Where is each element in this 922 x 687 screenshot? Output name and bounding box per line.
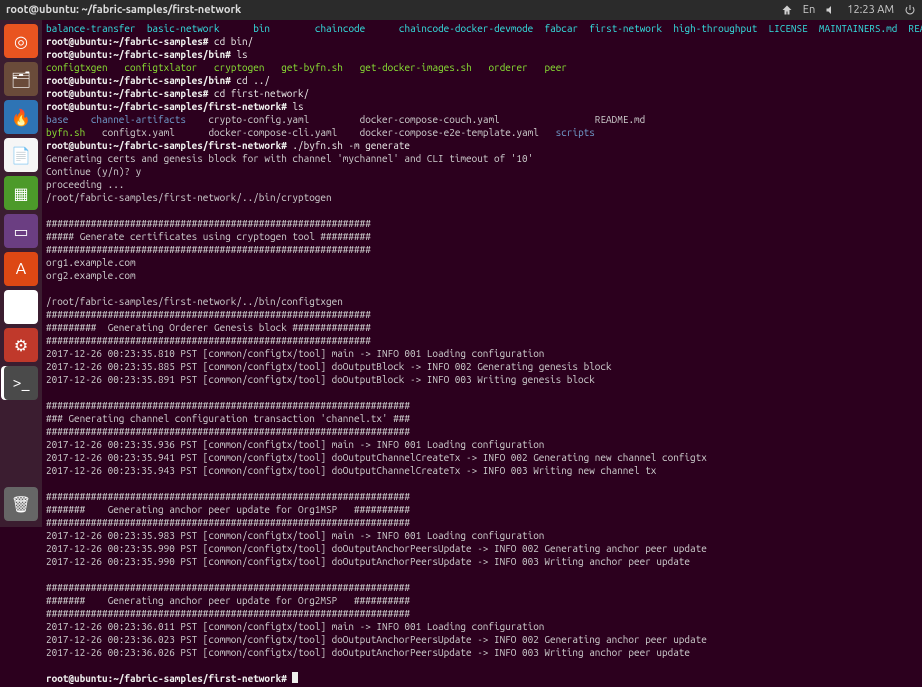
launcher-amazon[interactable]: a (4, 290, 38, 324)
launcher: ◎ 🗂 🔥 📄 ▦ ▭ Aa ⚙ >_ 🗑 (0, 20, 42, 527)
launcher-search[interactable]: ◎ (4, 24, 38, 58)
launcher-terminal[interactable]: >_ (4, 366, 38, 400)
launcher-trash[interactable]: 🗑 (4, 487, 38, 521)
launcher-software-center[interactable]: A (4, 252, 38, 286)
terminal-output[interactable]: balance-transfer basic-network bin chain… (42, 20, 922, 687)
launcher-files[interactable]: 🗂 (4, 62, 38, 96)
launcher-spreadsheet[interactable]: ▦ (4, 176, 38, 210)
power-icon[interactable] (904, 4, 916, 16)
terminal-window[interactable]: balance-transfer basic-network bin chain… (42, 20, 922, 525)
clock[interactable]: 12:23 AM (847, 4, 894, 16)
launcher-settings[interactable]: ⚙ (4, 328, 38, 362)
top-panel: root@ubuntu: ~/fabric-samples/first-netw… (0, 0, 922, 20)
launcher-firefox[interactable]: 🔥 (4, 100, 38, 134)
launcher-presentation[interactable]: ▭ (4, 214, 38, 248)
window-title: root@ubuntu: ~/fabric-samples/first-netw… (6, 4, 241, 16)
keyboard-icon[interactable]: En (803, 4, 815, 16)
network-icon[interactable] (781, 4, 793, 16)
launcher-document[interactable]: 📄 (4, 138, 38, 172)
volume-icon[interactable] (825, 4, 837, 16)
